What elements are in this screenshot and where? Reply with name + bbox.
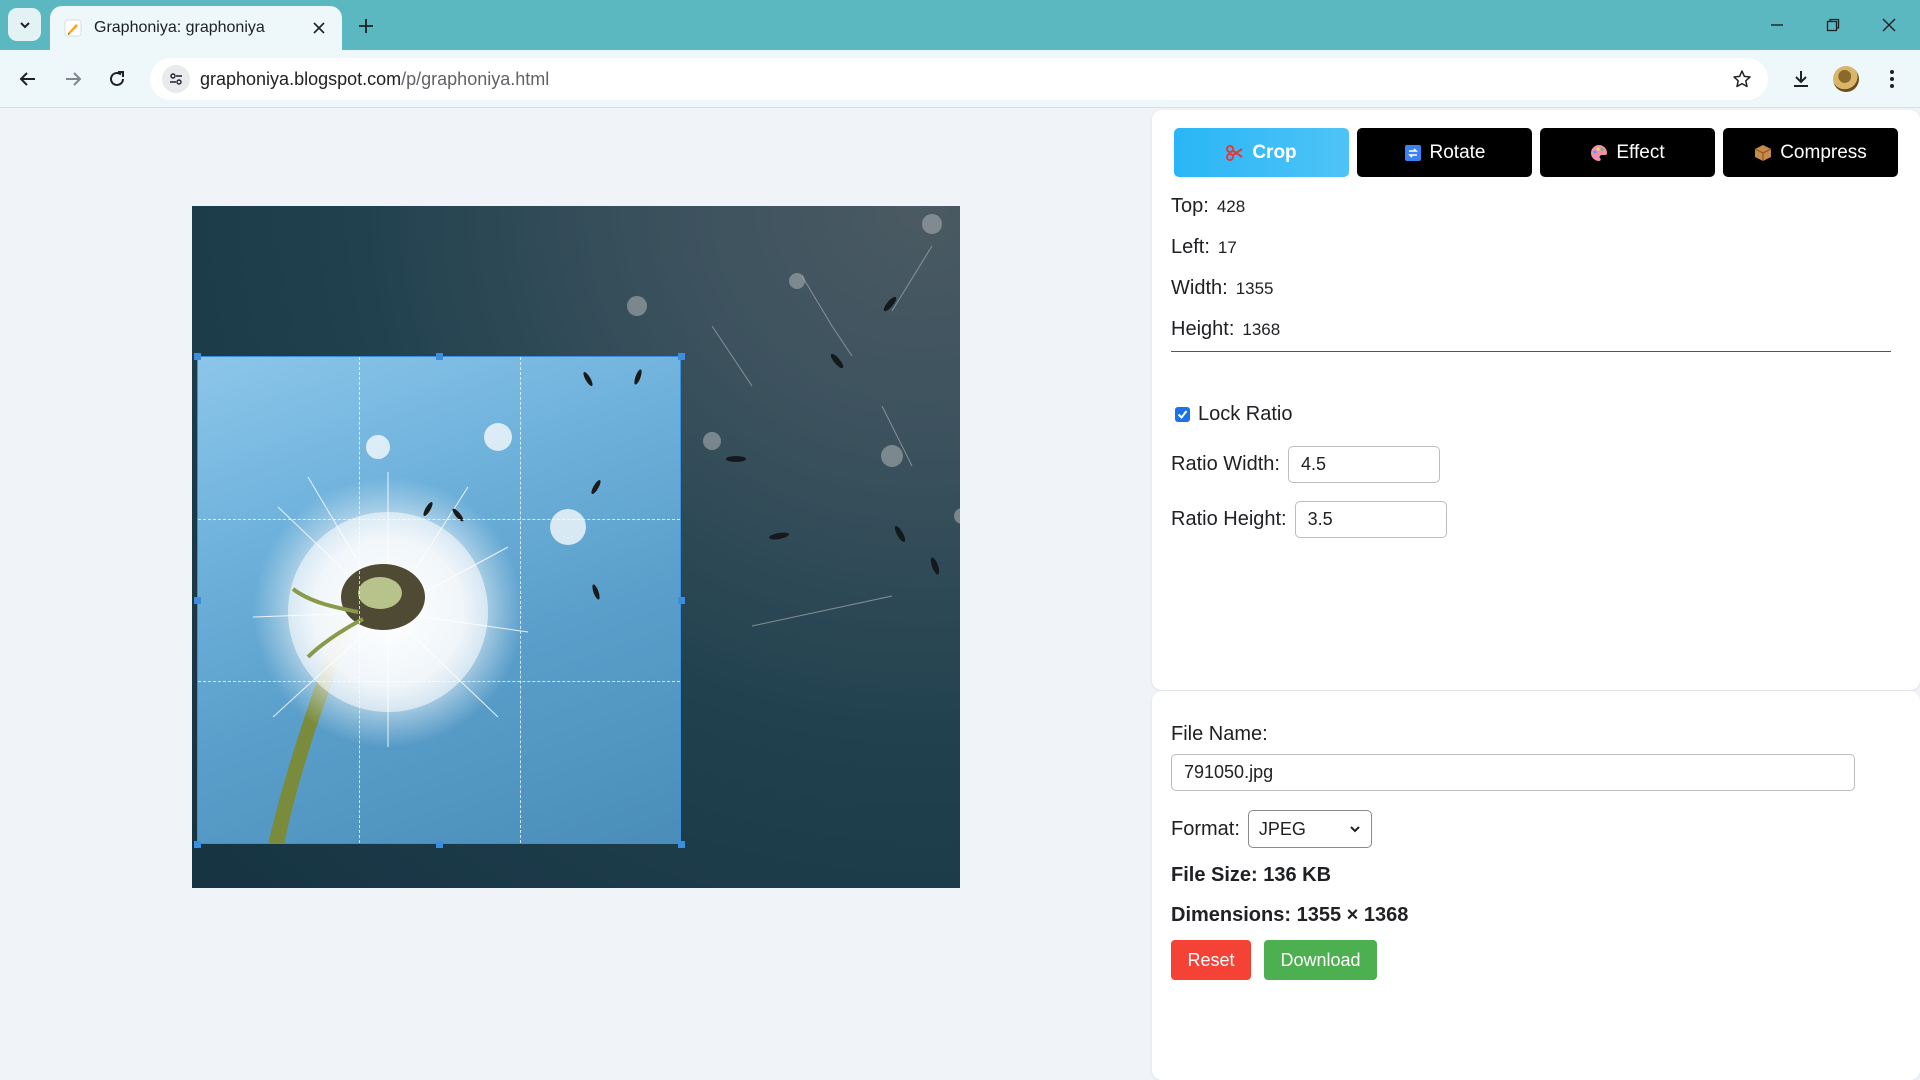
crop-handle-se[interactable] — [678, 841, 685, 848]
rotate-tab-label: Rotate — [1429, 141, 1486, 163]
rotate-tab-button[interactable]: Rotate — [1357, 128, 1532, 177]
crop-settings-panel: Crop Rotate Effect Compress Top: 428 Lef… — [1152, 110, 1920, 690]
top-label: Top: — [1171, 195, 1209, 217]
file-export-panel: File Name: 791050.jpg Format: JPEG File … — [1152, 691, 1920, 1080]
active-tab[interactable]: Graphoniya: graphoniya — [50, 6, 342, 50]
ratio-height-label: Ratio Height: — [1171, 508, 1287, 530]
image-canvas[interactable] — [192, 206, 960, 888]
crop-tab-label: Crop — [1252, 141, 1297, 163]
height-field: Height: 1368 — [1171, 318, 1280, 341]
bookmark-star-icon[interactable] — [1730, 67, 1754, 91]
dandelion-image — [252, 369, 642, 843]
crop-handle-nw[interactable] — [194, 353, 201, 360]
format-label: Format: — [1171, 817, 1240, 840]
package-icon — [1754, 144, 1772, 162]
left-field: Left: 17 — [1171, 236, 1237, 259]
page-content: Crop Rotate Effect Compress Top: 428 Lef… — [0, 109, 1920, 1080]
effect-tab-label: Effect — [1616, 141, 1665, 163]
tab-strip: Graphoniya: graphoniya — [0, 0, 1920, 50]
effect-tab-button[interactable]: Effect — [1540, 128, 1715, 177]
minimize-icon[interactable] — [1762, 10, 1792, 40]
back-arrow-icon[interactable] — [12, 63, 44, 95]
compress-tab-button[interactable]: Compress — [1723, 128, 1898, 177]
close-tab-icon[interactable] — [308, 17, 330, 39]
ratio-width-row: Ratio Width: 4.5 — [1171, 446, 1440, 483]
tab-search-button[interactable] — [8, 8, 41, 41]
download-icon[interactable] — [1785, 63, 1817, 95]
compress-tab-label: Compress — [1780, 141, 1867, 163]
top-value: 428 — [1216, 196, 1246, 216]
site-settings-icon[interactable] — [162, 65, 190, 93]
forward-arrow-icon[interactable] — [57, 63, 89, 95]
width-field: Width: 1355 — [1171, 277, 1274, 300]
address-bar[interactable]: graphoniya.blogspot.com/p/graphoniya.htm… — [150, 58, 1768, 100]
ratio-width-label: Ratio Width: — [1171, 453, 1280, 475]
crop-handle-s[interactable] — [436, 841, 443, 848]
crop-tab-button[interactable]: Crop — [1174, 128, 1349, 177]
crop-handle-n[interactable] — [436, 353, 443, 360]
format-row: Format: JPEG — [1171, 810, 1372, 848]
lock-ratio-row: Lock Ratio — [1171, 403, 1293, 426]
divider — [1171, 351, 1891, 352]
tab-title: Graphoniya: graphoniya — [94, 19, 265, 36]
rotate-icon — [1404, 144, 1422, 162]
file-name-input[interactable]: 791050.jpg — [1171, 754, 1855, 791]
menu-kebab-icon[interactable] — [1876, 63, 1908, 95]
left-label: Left: — [1171, 236, 1210, 258]
crop-grid-line — [198, 519, 680, 520]
format-select-value: JPEG — [1258, 818, 1306, 839]
checkmark-icon — [1177, 410, 1188, 420]
ratio-height-row: Ratio Height: 3.5 — [1171, 501, 1447, 538]
browser-toolbar: graphoniya.blogspot.com/p/graphoniya.htm… — [0, 50, 1920, 108]
width-value: 1355 — [1235, 278, 1274, 298]
crop-handle-w[interactable] — [194, 597, 201, 604]
crop-grid-line — [198, 681, 680, 682]
ratio-height-input[interactable]: 3.5 — [1294, 501, 1447, 538]
chevron-down-icon — [19, 21, 30, 28]
height-value: 1368 — [1242, 319, 1281, 339]
ratio-width-input[interactable]: 4.5 — [1287, 446, 1440, 483]
download-button[interactable]: Download — [1264, 940, 1377, 980]
tool-tabs: Crop Rotate Effect Compress — [1174, 128, 1898, 177]
close-window-icon[interactable] — [1874, 10, 1904, 40]
profile-avatar[interactable] — [1830, 63, 1862, 95]
scissors-icon — [1226, 144, 1244, 162]
left-value: 17 — [1217, 237, 1237, 257]
file-size-text: File Size: 136 KB — [1171, 864, 1332, 886]
format-select[interactable]: JPEG — [1247, 810, 1372, 848]
crop-grid-line — [520, 357, 521, 843]
top-field: Top: 428 — [1171, 195, 1245, 218]
height-label: Height: — [1171, 318, 1235, 340]
restore-icon[interactable] — [1818, 10, 1848, 40]
dimensions-text: Dimensions: 1355 × 1368 — [1171, 904, 1409, 926]
palette-icon — [1590, 144, 1608, 162]
file-name-label: File Name: — [1171, 723, 1268, 745]
crop-selection-box[interactable] — [197, 356, 681, 844]
width-label: Width: — [1171, 277, 1228, 299]
chevron-down-icon — [1350, 826, 1360, 833]
crop-handle-sw[interactable] — [194, 841, 201, 848]
lock-ratio-label: Lock Ratio — [1198, 403, 1293, 425]
reset-button[interactable]: Reset — [1171, 940, 1251, 980]
pencil-favicon-icon — [64, 19, 82, 37]
url-text: graphoniya.blogspot.com/p/graphoniya.htm… — [200, 68, 550, 89]
crop-handle-e[interactable] — [678, 597, 685, 604]
crop-handle-ne[interactable] — [678, 353, 685, 360]
new-tab-icon[interactable] — [352, 12, 380, 40]
crop-grid-line — [359, 357, 360, 843]
reload-icon[interactable] — [101, 63, 133, 95]
lock-ratio-checkbox[interactable] — [1175, 407, 1190, 422]
